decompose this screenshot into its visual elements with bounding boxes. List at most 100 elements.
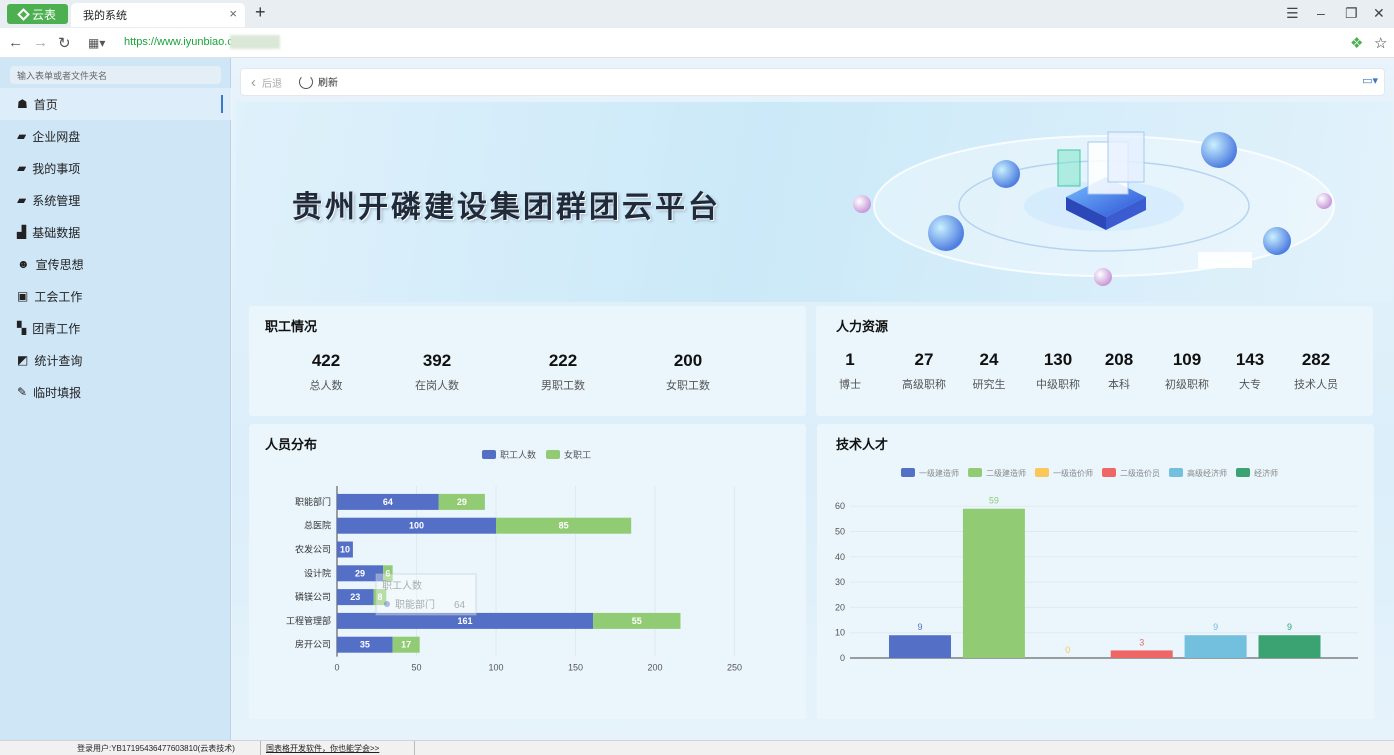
stat-technical: 282 技术人员 xyxy=(1286,350,1346,392)
sidebar-item-label: 首页 xyxy=(33,97,58,112)
stat-value: 130 xyxy=(1043,350,1073,369)
stat-college: 143 大专 xyxy=(1220,350,1280,392)
distribution-chart: 职工人数 女职工 0 50 100 150 200 250 职能部门 64 29 总医院 100 85 农发… xyxy=(286,449,742,673)
talent-card: 技术人才 一级建造师 二级建造师 一级造价师 二级造价员 高级经济师 经济师 0 10 20 30… xyxy=(817,424,1374,719)
data-label: 0 xyxy=(1065,645,1070,655)
legend-swatch xyxy=(901,468,915,477)
stat-label: 女职工数 xyxy=(666,380,710,392)
restore-icon[interactable]: ❐ xyxy=(1345,5,1358,22)
minimize-icon[interactable]: – xyxy=(1317,5,1325,21)
chart-icon: ◩ xyxy=(17,353,29,367)
y-tick-label: 职能部门 xyxy=(295,496,331,507)
sidebar-item-publicity[interactable]: ☻ 宣传思想 xyxy=(0,248,231,280)
x-tick-label: 100 xyxy=(489,663,504,673)
url-field[interactable]: https://www.iyunbiao.cn xyxy=(124,36,239,48)
sidebar-item-statistics[interactable]: ◩ 统计查询 xyxy=(0,344,231,376)
stat-value: 27 xyxy=(914,350,934,369)
tab-title: 我的系统 xyxy=(83,10,127,22)
x-tick-label: 250 xyxy=(727,663,742,673)
people-icon: ☻ xyxy=(17,257,30,271)
url-blur xyxy=(230,35,280,49)
tab-close-icon[interactable]: × xyxy=(229,6,237,21)
status-divider xyxy=(414,741,415,755)
data-label: 9 xyxy=(917,622,922,632)
sidebar-item-my-tasks[interactable]: ▰ 我的事项 xyxy=(0,152,231,184)
sidebar-item-system-admin[interactable]: ▰ 系统管理 xyxy=(0,184,231,216)
status-divider xyxy=(260,741,261,755)
stat-value: 208 xyxy=(1104,350,1134,369)
menu-icon[interactable]: ☰ xyxy=(1286,5,1299,22)
legend-swatch xyxy=(968,468,982,477)
legend-label: 二级建造师 xyxy=(986,468,1026,478)
stat-value: 24 xyxy=(979,350,999,369)
legend-swatch xyxy=(1102,468,1116,477)
refresh-button[interactable]: 刷新 xyxy=(299,74,338,89)
stat-phd: 1 博士 xyxy=(830,350,870,392)
close-window-icon[interactable]: ✕ xyxy=(1373,5,1385,22)
sidebar-item-base-data[interactable]: ▟ 基础数据 xyxy=(0,216,231,248)
display-mode-icon[interactable]: ▭▾ xyxy=(1362,74,1378,87)
data-label: 55 xyxy=(632,616,642,626)
banner: 贵州开磷建设集团群团云平台 xyxy=(236,102,1392,302)
sidebar-item-label: 宣传思想 xyxy=(35,257,84,272)
data-label: 85 xyxy=(559,521,569,531)
forward-icon[interactable]: → xyxy=(33,34,48,51)
browser-tabbar: 云表 我的系统 × + ☰ – ❐ ✕ xyxy=(0,0,1394,28)
back-icon[interactable]: ← xyxy=(8,34,23,51)
status-promo-link[interactable]: 国表格开发软件，你也能学会>> xyxy=(266,743,379,754)
stat-value: 392 xyxy=(422,351,452,370)
legend-swatch xyxy=(1169,468,1183,477)
new-tab-button[interactable]: + xyxy=(255,2,266,23)
sidebar-search-input[interactable]: 输入表单或者文件夹名 xyxy=(10,66,221,84)
apps-icon[interactable]: ▦▾ xyxy=(88,36,105,50)
legend-label: 女职工 xyxy=(564,449,591,460)
browser-tab[interactable]: 我的系统 × xyxy=(71,3,245,27)
sidebar-item-enterprise-disk[interactable]: ▰ 企业网盘 xyxy=(0,120,231,152)
distribution-card: 人员分布 职工人数 女职工 0 50 100 150 200 250 职能部门 64 29 总医院 10… xyxy=(249,424,806,719)
y-tick-label: 磷镁公司 xyxy=(295,591,331,602)
bar xyxy=(1258,635,1321,658)
data-label: 29 xyxy=(457,497,467,507)
sidebar-item-youth[interactable]: ▚ 团青工作 xyxy=(0,312,231,344)
bar xyxy=(889,635,951,658)
main-content: ‹ 后退 刷新 ▭▾ 贵州开磷建设集团群团云平台 职工情况 422 总人数 39… xyxy=(232,58,1394,740)
legend-label: 高级经济师 xyxy=(1187,468,1227,478)
y-tick-label: 60 xyxy=(835,501,845,511)
legend-swatch xyxy=(1035,468,1049,477)
reload-icon[interactable]: ↻ xyxy=(58,34,71,52)
data-label: 64 xyxy=(383,497,393,507)
back-button[interactable]: ‹ 后退 xyxy=(251,74,282,91)
y-tick-label: 农发公司 xyxy=(295,544,331,555)
x-tick-label: 0 xyxy=(334,663,339,673)
sidebar-item-label: 我的事项 xyxy=(32,161,81,176)
extension-icon[interactable]: ❖ xyxy=(1350,34,1363,52)
y-tick-label: 20 xyxy=(835,602,845,612)
data-label: 59 xyxy=(989,496,999,506)
stat-senior-title: 27 高级职称 xyxy=(894,350,954,392)
brand-button[interactable]: 云表 xyxy=(7,4,68,24)
refresh-label: 刷新 xyxy=(318,78,338,89)
stat-label: 高级职称 xyxy=(902,379,946,391)
brand-label: 云表 xyxy=(31,7,56,22)
bookmark-star-icon[interactable]: ☆ xyxy=(1374,34,1387,52)
y-tick-label: 10 xyxy=(835,628,845,638)
banner-illustration xyxy=(853,131,1335,286)
stat-value: 143 xyxy=(1235,350,1265,369)
bar xyxy=(962,508,1025,658)
data-label: 100 xyxy=(409,521,424,531)
data-label: 17 xyxy=(401,640,411,650)
sidebar-item-temp-report[interactable]: ✎ 临时填报 xyxy=(0,376,231,408)
y-tick-label: 30 xyxy=(835,577,845,587)
grid-icon: ▚ xyxy=(17,321,27,335)
legend-label: 一级建造师 xyxy=(919,468,959,478)
stat-female: 200 女职工数 xyxy=(643,351,733,393)
folder-icon: ▰ xyxy=(17,129,27,143)
y-tick-label: 总医院 xyxy=(304,520,331,531)
chevron-left-icon: ‹ xyxy=(251,74,256,91)
folder-icon: ▰ xyxy=(17,161,27,175)
sidebar-item-home[interactable]: ☗ 首页 xyxy=(0,88,231,120)
stat-label: 总人数 xyxy=(309,380,343,392)
sidebar-item-union[interactable]: ▣ 工会工作 xyxy=(0,280,231,312)
edit-icon: ✎ xyxy=(17,385,28,399)
sidebar: 输入表单或者文件夹名 ☗ 首页 ▰ 企业网盘 ▰ 我的事项 ▰ 系统管理 ▟ 基… xyxy=(0,58,231,740)
